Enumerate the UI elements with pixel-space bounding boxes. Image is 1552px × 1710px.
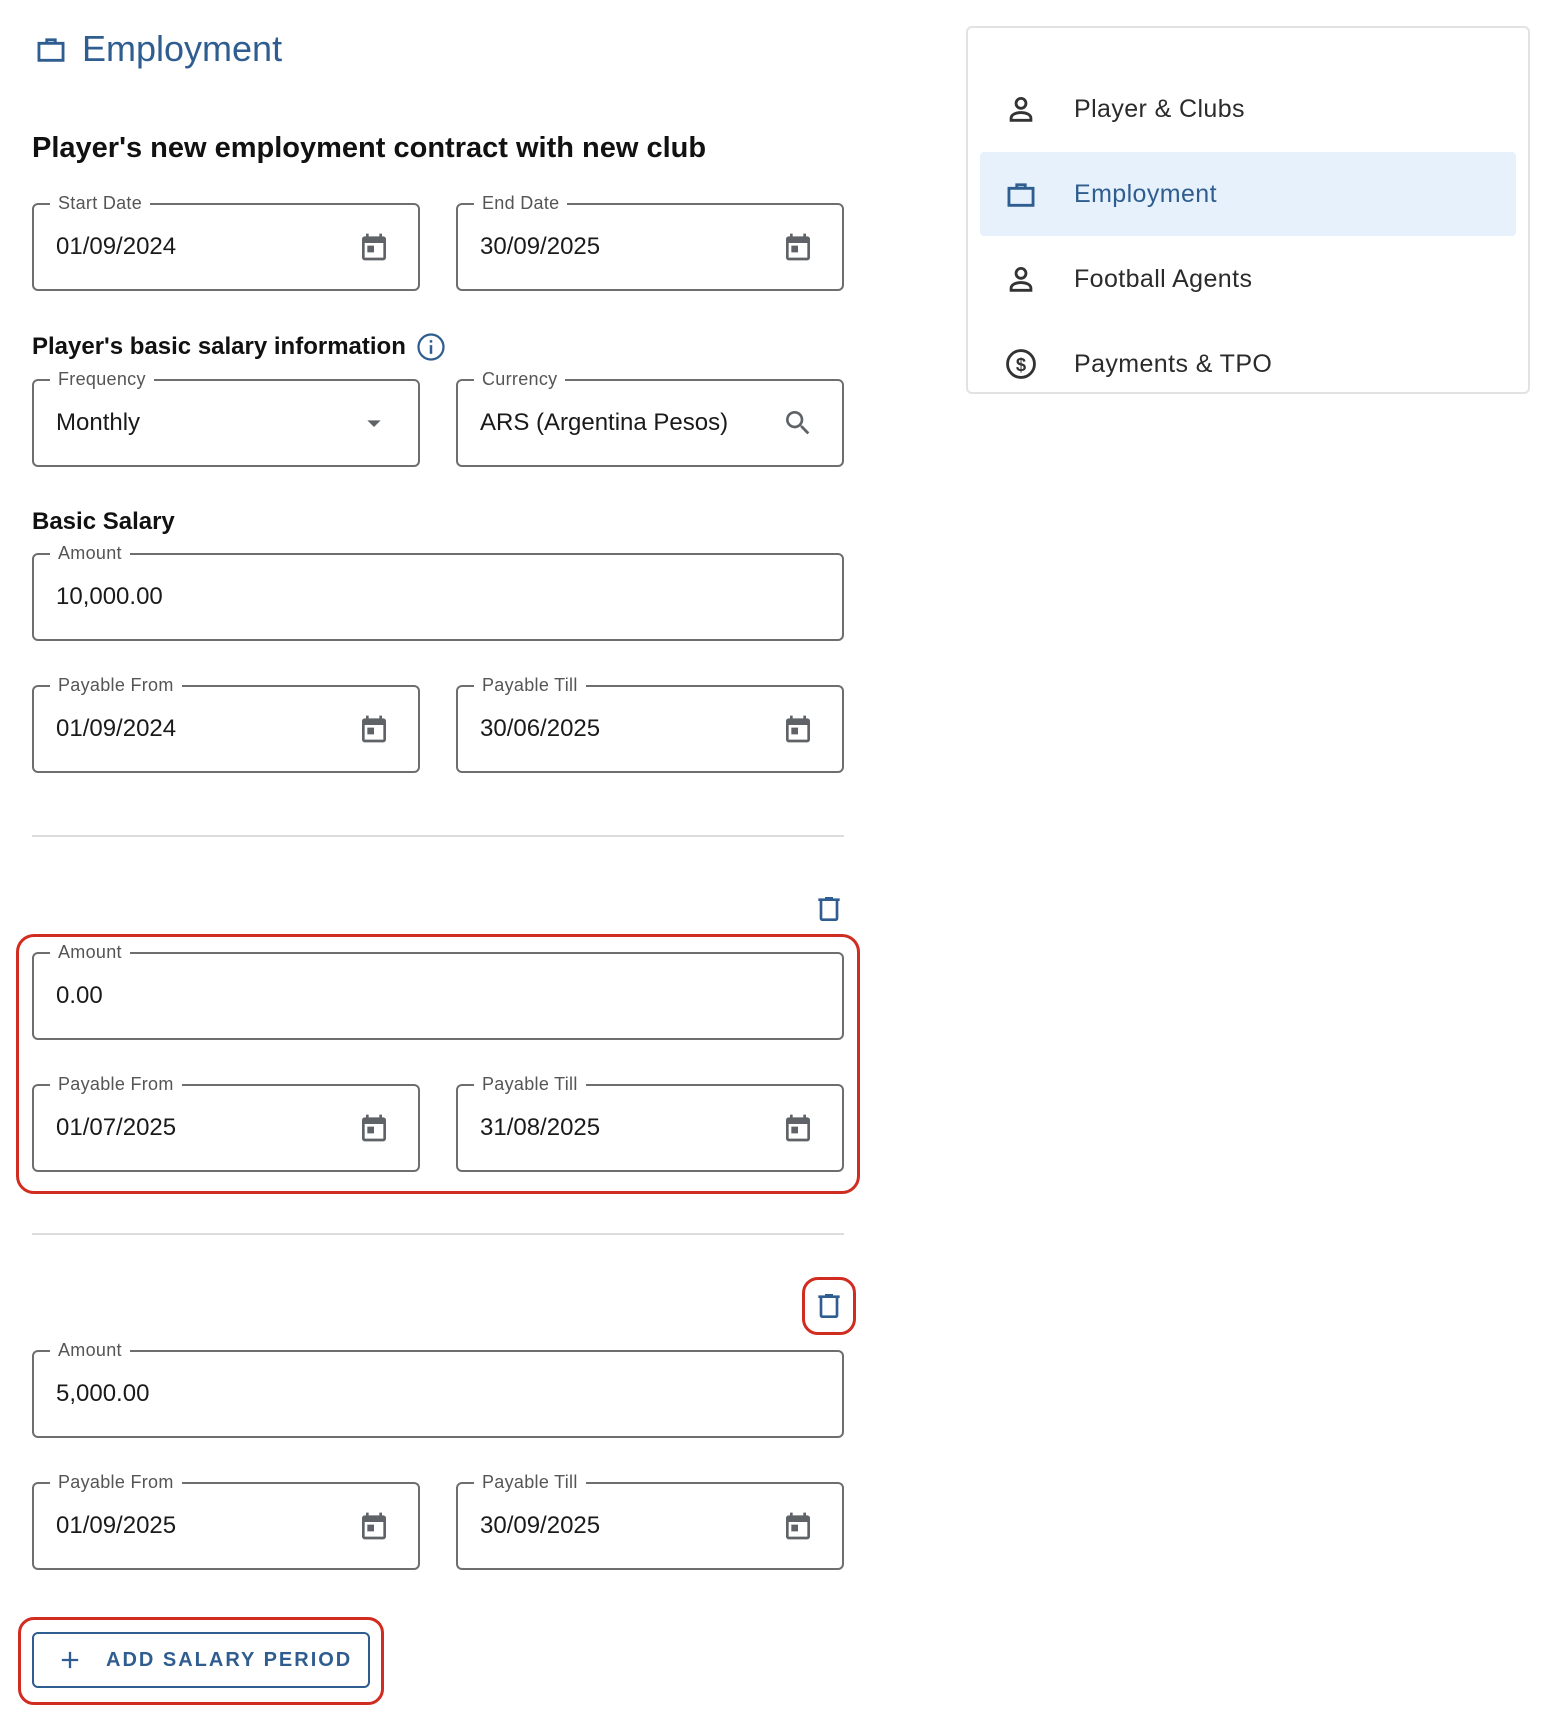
plus-icon	[61, 1651, 79, 1669]
payable-from-field[interactable]: Payable From 01/09/2024	[32, 674, 420, 773]
payable-till-value: 30/06/2025	[480, 715, 601, 742]
sidebar-item-payments-tpo[interactable]: Payments & TPO	[980, 322, 1516, 406]
page-title-text: Employment	[82, 28, 283, 69]
calendar-icon[interactable]	[358, 713, 390, 745]
calendar-icon[interactable]	[782, 1510, 814, 1542]
add-salary-period-button[interactable]: ADD SALARY PERIOD	[32, 1632, 370, 1688]
calendar-icon[interactable]	[358, 1510, 390, 1542]
end-date-field[interactable]: End Date 30/09/2025	[456, 192, 844, 291]
sidebar-item-label: Football Agents	[1074, 264, 1253, 293]
section-nav: Player & Clubs Employment Football Agent…	[966, 26, 1530, 394]
info-icon[interactable]	[416, 332, 446, 362]
add-salary-period-label: ADD SALARY PERIOD	[106, 1648, 353, 1671]
briefcase-icon	[34, 32, 68, 66]
calendar-icon[interactable]	[358, 1112, 390, 1144]
delete-period-button[interactable]	[813, 893, 845, 925]
sidebar-item-employment[interactable]: Employment	[980, 152, 1516, 236]
sidebar-item-player-clubs[interactable]: Player & Clubs	[980, 67, 1516, 151]
sidebar-item-label: Payments & TPO	[1074, 349, 1273, 378]
payable-from-field[interactable]: Payable From 01/09/2025	[32, 1471, 420, 1570]
start-date-value: 01/09/2024	[56, 233, 177, 260]
frequency-value: Monthly	[56, 409, 141, 436]
start-date-field[interactable]: Start Date 01/09/2024	[32, 192, 420, 291]
amount-input[interactable]: Amount 0.00	[32, 941, 844, 1040]
calendar-icon[interactable]	[782, 231, 814, 263]
payable-till-value: 31/08/2025	[480, 1114, 601, 1141]
trash-icon	[813, 893, 845, 925]
person-icon	[1004, 262, 1038, 296]
sidebar-item-label: Player & Clubs	[1074, 94, 1245, 123]
page-title: Employment	[34, 28, 282, 70]
divider	[32, 835, 844, 837]
amount-value: 10,000.00	[56, 583, 163, 610]
briefcase-icon	[1004, 177, 1038, 211]
payable-till-field[interactable]: Payable Till 31/08/2025	[456, 1073, 844, 1172]
dropdown-arrow-icon[interactable]	[358, 407, 390, 439]
currency-search-input[interactable]: Currency ARS (Argentina Pesos)	[456, 368, 844, 467]
divider	[32, 1233, 844, 1235]
payable-from-value: 01/09/2025	[56, 1512, 177, 1539]
delete-period-button[interactable]	[813, 1290, 845, 1322]
dollar-circle-icon	[1004, 347, 1038, 381]
end-date-value: 30/09/2025	[480, 233, 601, 260]
payable-till-value: 30/09/2025	[480, 1512, 601, 1539]
amount-value: 0.00	[56, 982, 103, 1009]
sidebar-item-football-agents[interactable]: Football Agents	[980, 237, 1516, 321]
amount-input[interactable]: Amount 10,000.00	[32, 542, 844, 641]
currency-value: ARS (Argentina Pesos)	[480, 409, 729, 436]
search-icon[interactable]	[782, 407, 814, 439]
payable-till-field[interactable]: Payable Till 30/06/2025	[456, 674, 844, 773]
amount-value: 5,000.00	[56, 1380, 150, 1407]
payable-from-field[interactable]: Payable From 01/07/2025	[32, 1073, 420, 1172]
amount-input[interactable]: Amount 5,000.00	[32, 1339, 844, 1438]
trash-icon	[813, 1290, 845, 1322]
contract-heading: Player's new employment contract with ne…	[32, 132, 707, 164]
person-icon	[1004, 92, 1038, 126]
calendar-icon[interactable]	[782, 713, 814, 745]
salary-info-heading: Player's basic salary information	[32, 332, 446, 362]
frequency-select[interactable]: Frequency Monthly	[32, 368, 420, 467]
payable-from-value: 01/09/2024	[56, 715, 177, 742]
calendar-icon[interactable]	[358, 231, 390, 263]
salary-info-heading-text: Player's basic salary information	[32, 333, 406, 360]
basic-salary-heading: Basic Salary	[32, 508, 175, 535]
payable-from-value: 01/07/2025	[56, 1114, 177, 1141]
payable-till-field[interactable]: Payable Till 30/09/2025	[456, 1471, 844, 1570]
sidebar-item-label: Employment	[1074, 179, 1217, 208]
calendar-icon[interactable]	[782, 1112, 814, 1144]
